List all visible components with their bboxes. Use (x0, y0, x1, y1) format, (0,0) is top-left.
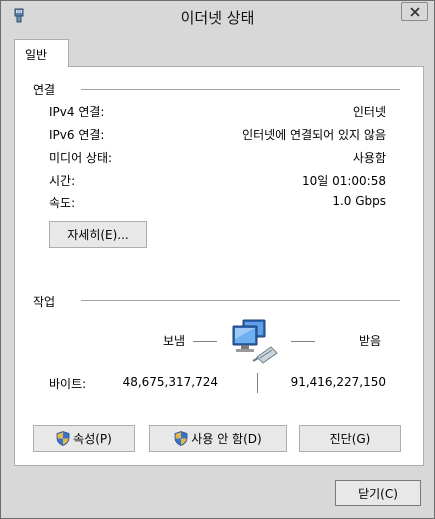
title-bar[interactable]: 이더넷 상태 (1, 1, 434, 31)
received-label: 받음 (359, 334, 382, 348)
close-window-button[interactable] (401, 2, 428, 21)
connection-heading: 연결 (33, 83, 56, 97)
close-button-label: 닫기(C) (358, 486, 398, 501)
ipv4-value: 인터넷 (352, 105, 386, 119)
speed-label: 속도: (49, 196, 76, 210)
bytes-divider (257, 373, 258, 393)
details-button-label: 자세히(E)... (67, 228, 129, 242)
activity-divider (81, 300, 400, 301)
connection-divider (81, 89, 400, 90)
ethernet-status-window: 이더넷 상태 일반 연결 IPv4 연결: 인터넷 IPv6 연결: 인터넷에 … (0, 0, 435, 519)
ipv4-label: IPv4 연결: (49, 105, 105, 119)
uac-shield-icon (56, 431, 70, 446)
duration-label: 시간: (49, 174, 76, 188)
disable-button[interactable]: 사용 안 함(D) (149, 425, 287, 452)
bytes-received-value: 91,416,227,150 (290, 375, 386, 389)
diagnose-button[interactable]: 진단(G) (299, 425, 401, 452)
properties-button[interactable]: 속성(P) (33, 425, 135, 452)
media-status-label: 미디어 상태: (49, 151, 113, 165)
tab-general-label: 일반 (25, 48, 48, 62)
sent-line (193, 341, 217, 342)
ipv6-label: IPv6 연결: (49, 128, 105, 142)
close-button[interactable]: 닫기(C) (335, 480, 421, 506)
sent-label: 보냄 (163, 334, 186, 348)
window-title: 이더넷 상태 (180, 9, 255, 27)
media-status-value: 사용함 (352, 151, 386, 165)
bytes-sent-value: 48,675,317,724 (122, 375, 218, 389)
properties-button-label: 속성(P) (73, 432, 112, 446)
received-line (291, 341, 315, 342)
ipv6-value: 인터넷에 연결되어 있지 않음 (242, 128, 386, 142)
details-button[interactable]: 자세히(E)... (49, 221, 147, 248)
bytes-label: 바이트: (49, 377, 87, 391)
uac-shield-icon (174, 431, 188, 446)
speed-value: 1.0 Gbps (332, 194, 386, 208)
disable-button-label: 사용 안 함(D) (191, 432, 262, 446)
close-icon (410, 7, 420, 17)
tab-general[interactable]: 일반 (14, 39, 69, 67)
activity-heading: 작업 (33, 295, 56, 309)
network-activity-icon (232, 319, 278, 364)
diagnose-button-label: 진단(G) (329, 432, 371, 446)
duration-value: 10일 01:00:58 (301, 174, 386, 188)
